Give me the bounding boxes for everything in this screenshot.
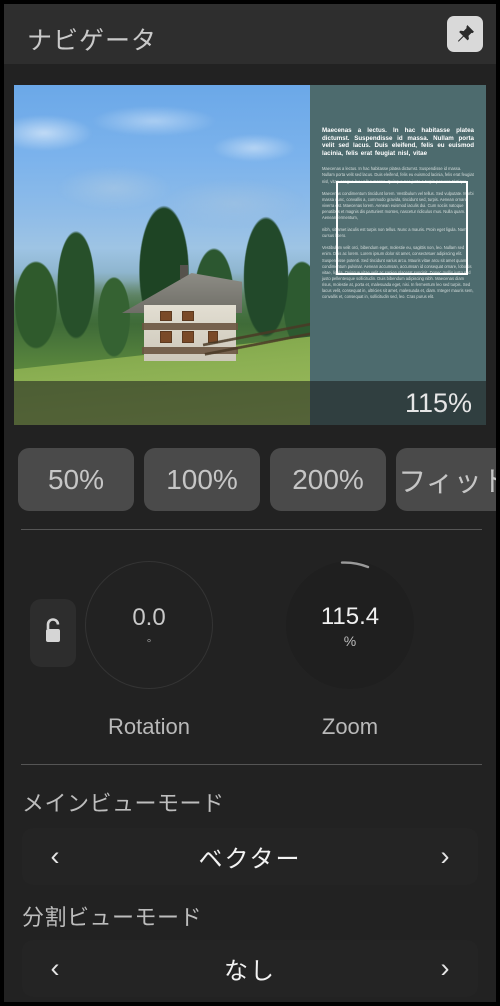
page-title: ナビゲータ <box>27 27 158 55</box>
rotation-value: 0.0 <box>132 604 166 631</box>
rotation-lock-button[interactable] <box>30 599 76 667</box>
split-view-mode-next-button[interactable]: › <box>428 940 462 997</box>
pin-button[interactable] <box>447 16 483 52</box>
main-view-mode-value: ベクター <box>198 846 302 873</box>
divider-bottom <box>21 764 482 765</box>
navigator-panel: ナビゲータ Maecenas a lectus. In hac habitass… <box>0 0 500 1006</box>
split-view-mode-prev-button[interactable]: ‹ <box>38 940 72 997</box>
zoom-preset-100-button[interactable]: 100% <box>144 448 260 511</box>
divider-top <box>21 529 482 530</box>
split-view-mode-value: なし <box>224 958 276 985</box>
viewport-indicator[interactable] <box>336 181 468 275</box>
zoom-preset-50-button[interactable]: 50% <box>18 448 134 511</box>
zoom-preset-row: 50% 100% 200% フィット <box>18 448 496 511</box>
zoom-preset-fit-button[interactable]: フィット <box>396 448 496 511</box>
zoom-knob-arc <box>340 561 370 569</box>
split-view-mode-label: 分割ビューモード <box>22 905 203 930</box>
pin-icon <box>454 23 476 45</box>
panel-header: ナビゲータ <box>4 4 496 64</box>
unlock-icon <box>41 616 65 651</box>
rotation-knob[interactable]: 0.0 ° <box>85 561 213 689</box>
main-view-mode-prev-button[interactable]: ‹ <box>38 828 72 885</box>
zoom-preset-200-button[interactable]: 200% <box>270 448 386 511</box>
main-view-mode-stepper[interactable]: ‹ ベクター › <box>22 828 478 885</box>
rotation-unit: ° <box>146 636 152 650</box>
photo-image <box>14 85 310 425</box>
split-view-mode-stepper[interactable]: ‹ なし › <box>22 940 478 997</box>
main-view-mode-label: メインビューモード <box>22 791 225 816</box>
zoom-knob-label: Zoom <box>321 714 379 739</box>
navigator-preview[interactable]: Maecenas a lectus. In hac habitasse plat… <box>14 85 486 425</box>
preview-zoom-label: 115% <box>404 388 472 418</box>
main-view-mode-next-button[interactable]: › <box>428 828 462 885</box>
document-heading: Maecenas a lectus. In hac habitasse plat… <box>322 127 474 157</box>
rotation-knob-label: Rotation <box>108 714 190 739</box>
